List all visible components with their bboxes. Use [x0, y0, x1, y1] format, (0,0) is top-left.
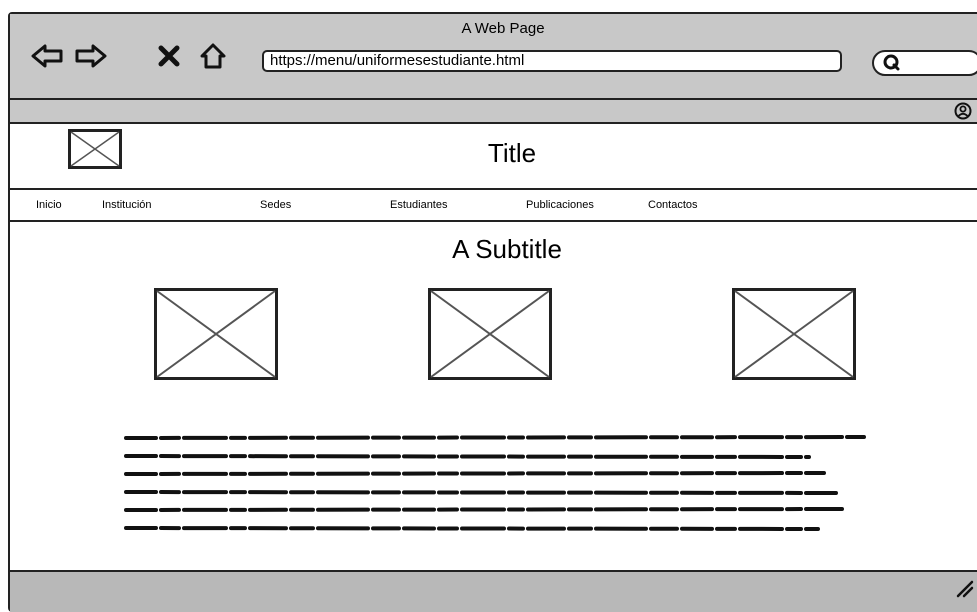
main-menu: Inicio Institución Sedes Estudiantes Pub… — [10, 190, 977, 222]
user-icon[interactable] — [953, 102, 973, 125]
image-placeholder — [732, 288, 856, 380]
page-content: A Subtitle — [10, 222, 977, 570]
browser-toolbar — [10, 100, 977, 124]
search-button[interactable] — [872, 50, 977, 76]
menu-item-inicio[interactable]: Inicio — [36, 199, 62, 211]
menu-item-institucion[interactable]: Institución — [102, 199, 152, 211]
window-title: A Web Page — [461, 20, 545, 37]
browser-statusbar — [10, 570, 977, 612]
menu-item-estudiantes[interactable]: Estudiantes — [390, 199, 447, 211]
home-icon[interactable] — [196, 42, 230, 70]
forward-arrow-icon[interactable] — [74, 42, 108, 70]
text-block-placeholder — [124, 430, 874, 542]
search-icon — [882, 54, 904, 77]
image-placeholder — [154, 288, 278, 380]
menu-item-sedes[interactable]: Sedes — [260, 199, 291, 211]
browser-titlebar: A Web Page https://menu/uniformesestudia… — [10, 14, 977, 100]
back-arrow-icon[interactable] — [30, 42, 64, 70]
image-placeholder — [428, 288, 552, 380]
browser-window: A Web Page https://menu/uniformesestudia… — [8, 12, 977, 612]
page-title: Title — [487, 138, 537, 168]
page-header: Title — [10, 124, 977, 190]
page-subtitle: A Subtitle — [452, 234, 562, 264]
menu-item-publicaciones[interactable]: Publicaciones — [526, 199, 594, 211]
close-icon[interactable] — [152, 42, 186, 70]
resize-handle-icon[interactable] — [954, 578, 976, 603]
url-bar[interactable]: https://menu/uniformesestudiante.html — [262, 50, 842, 72]
menu-item-contactos[interactable]: Contactos — [648, 199, 698, 211]
